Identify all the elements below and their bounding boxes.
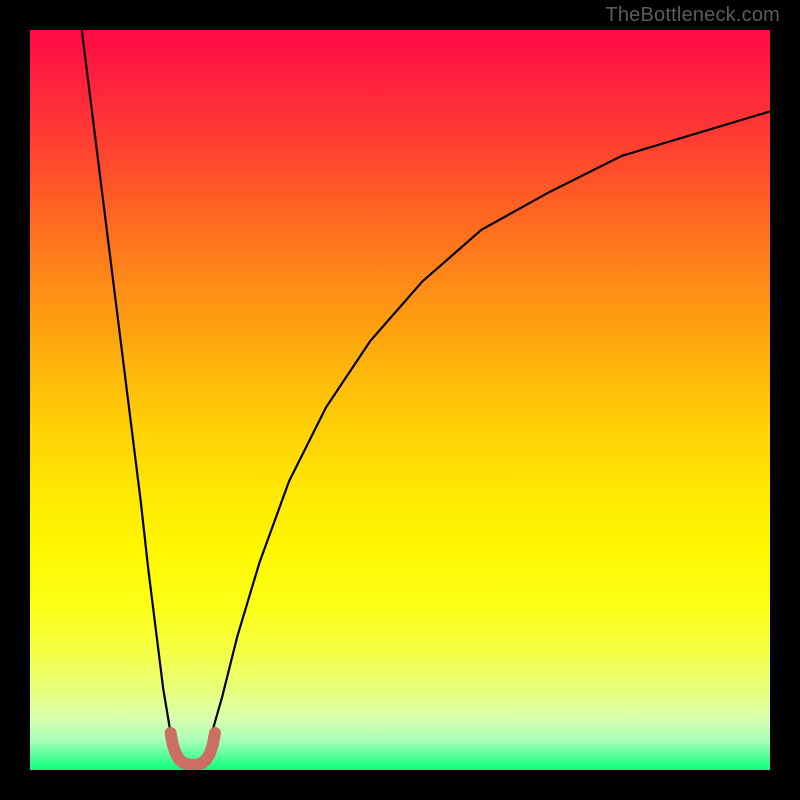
plot-area: [30, 30, 770, 770]
left-branch-curve: [82, 30, 178, 748]
curve-layer: [30, 30, 770, 770]
right-branch-curve: [208, 111, 770, 747]
bottom-u-curve: [171, 733, 215, 765]
chart-frame: TheBottleneck.com: [0, 0, 800, 800]
watermark-text: TheBottleneck.com: [605, 4, 780, 27]
